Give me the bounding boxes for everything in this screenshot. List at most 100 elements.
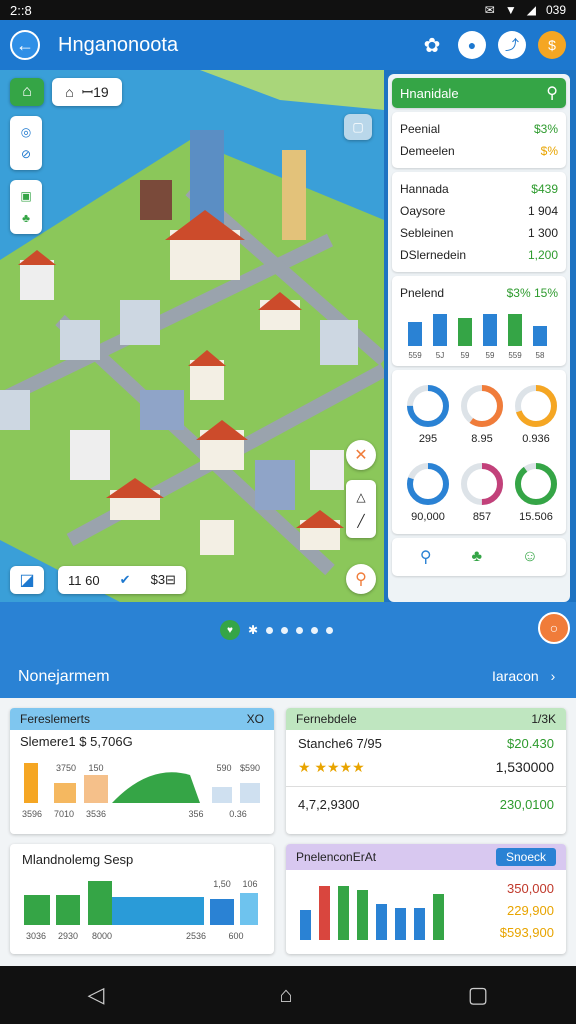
population-chip[interactable]: ⌂ ꟷ19	[52, 78, 122, 106]
status-bar: 2::8 ✉ ▼ ◢ 039	[0, 0, 576, 20]
card-finance[interactable]: Fernebdele 1/3K Stanche6 7/95 $20.430 ★ ★★…	[286, 708, 566, 834]
card-bar	[24, 895, 50, 925]
home-nav-icon[interactable]: ⌂	[279, 982, 292, 1008]
tree-icon[interactable]: ♣	[471, 548, 482, 566]
sidebar-bar-label: 59	[486, 351, 495, 360]
card-head-label: Fereslemerts	[20, 712, 91, 726]
settings-button[interactable]: ✿	[418, 31, 446, 59]
page-dot[interactable]	[311, 626, 319, 634]
house-icon: ⌂	[65, 84, 74, 100]
card-head: Fernebdele 1/3K	[286, 708, 566, 730]
chat-button[interactable]: ▢	[344, 114, 372, 140]
gear-icon: ✿	[423, 34, 441, 57]
sidebar-title: Hnanidale	[400, 85, 459, 101]
ring-value: 15.506	[519, 511, 553, 523]
card-employment[interactable]: Fereslemerts XO Slemere1 $ 5,706G 3596 701…	[10, 708, 274, 834]
card-housing[interactable]: Mlandnolemg Sesp 3036 2930 8000 2536 600 1,50…	[10, 844, 274, 954]
pin-icon[interactable]: ⊘	[21, 147, 31, 161]
page-dot[interactable]	[296, 626, 304, 634]
home-button[interactable]: ⌂	[10, 78, 44, 106]
home-icon: ⌂	[22, 83, 32, 100]
budget-chip[interactable]: 11 60 ✔ $3⊟	[58, 566, 186, 594]
card-axis-label: 3596	[22, 809, 42, 819]
lock-icon[interactable]: ◎	[21, 125, 31, 139]
page-dot[interactable]	[281, 626, 289, 634]
finance-bottom-left: 4,7,2,9300	[298, 797, 360, 812]
map-mode-button[interactable]: ◪	[10, 566, 44, 594]
star-rating: ★ ★★★★	[298, 759, 365, 775]
finance-bottom-row: 4,7,2,9300 230,0100	[286, 786, 566, 822]
finance-value: $20.430	[507, 736, 554, 751]
resources-card: Hannada $439 Oaysore 1 904 Sebleinen 1 300 …	[392, 172, 566, 272]
card-bar	[240, 783, 260, 803]
ring-value: 90,000	[411, 511, 445, 523]
share-button[interactable]: ⤴	[498, 31, 526, 59]
tree-icon[interactable]: ♣	[22, 211, 30, 225]
card-title: Stanche6 7/95	[298, 736, 382, 751]
finance-rating-row: ★ ★★★★ 1,530000	[286, 757, 566, 778]
card-axis-label: 356	[188, 809, 203, 819]
finance-title-row: Stanche6 7/95 $20.430	[286, 730, 566, 757]
location-button[interactable]: ⚲	[346, 564, 376, 594]
smile-icon[interactable]: ☺	[522, 548, 538, 566]
tools-button[interactable]: ✕	[346, 440, 376, 470]
user-icon: ●	[467, 37, 477, 53]
sidebar-actions: ⚲ ♣ ☺	[392, 538, 566, 576]
pin-icon[interactable]: ⚲	[420, 547, 432, 567]
page-indicator[interactable]: ♥ ✱	[220, 620, 334, 640]
card-area	[112, 772, 200, 803]
sidebar-bar-label: 559	[408, 351, 422, 360]
summary-row-0: Peenial $3%	[400, 118, 558, 140]
ring-value: 0.936	[522, 433, 550, 445]
action-fab[interactable]: ○	[538, 612, 570, 644]
page-dot-active[interactable]: ♥	[220, 620, 240, 640]
bar-card-head: Pnelend $3% 15%	[400, 282, 558, 304]
card-bar	[338, 886, 349, 940]
card-bar	[357, 890, 368, 940]
card-bar	[240, 893, 258, 925]
map-tools-side: △ ╱	[346, 480, 376, 538]
page-dot[interactable]	[326, 626, 334, 634]
sidebar-header: Hnanidale ⚲	[392, 78, 566, 108]
resources-row-2: DSlernedein 1,200	[400, 244, 558, 266]
card-head-right: 1/3K	[531, 712, 556, 726]
card-bar	[54, 783, 76, 803]
coins-button[interactable]: $	[538, 31, 566, 59]
section-link-label: Iaracon	[492, 668, 539, 684]
ring-value: 8.95	[471, 433, 492, 445]
pop-value: $593,900	[499, 925, 554, 940]
back-button[interactable]: ←	[10, 30, 40, 60]
card-population[interactable]: PnelenconErAt Snoeck 350,000 229,900 $593…	[286, 844, 566, 954]
compass-icon[interactable]: △	[356, 490, 365, 504]
card-axis-label: 600	[228, 931, 243, 941]
budget-price: $3⊟	[150, 572, 176, 587]
card-axis-label: 2930	[58, 931, 78, 941]
pen-icon[interactable]: ╱	[357, 514, 364, 528]
check-button[interactable]: Snoeck	[495, 848, 556, 866]
profile-button[interactable]: ●	[458, 31, 486, 59]
card-title: Mlandnolemg Sesp	[22, 852, 134, 867]
sidebar-bar-label: 559	[508, 351, 522, 360]
search-icon[interactable]: ⚲	[546, 83, 558, 103]
card-data-label: 3750	[56, 763, 76, 773]
sidebar-bar	[408, 322, 422, 346]
recents-nav-icon[interactable]: ▢	[468, 982, 489, 1008]
system-nav: ◁ ⌂ ▢	[0, 966, 576, 1024]
sidebar-bar	[533, 326, 547, 346]
sidebar-bar	[508, 314, 522, 346]
resources-title: Hannada	[400, 182, 449, 196]
stats-sidebar: Hnanidale ⚲ Peenial $3% Demeelen $% Hannad…	[388, 74, 570, 602]
back-nav-icon[interactable]: ◁	[87, 982, 104, 1008]
page-dot[interactable]	[266, 626, 274, 634]
resources-row-1: Sebleinen 1 300	[400, 222, 558, 244]
card-axis-label: 8000	[92, 931, 112, 941]
bar-card-title: Pnelend	[400, 286, 445, 300]
city-map[interactable]: ⌂ ⌂ ꟷ19 ◎ ⊘ ▣ ♣ ▢ ✕ △ ╱ ⚲ ◪ 11 60 ✔ $3⊟	[0, 70, 384, 602]
resource-label: Sebleinen	[400, 226, 454, 240]
sidebar-bar	[483, 314, 497, 346]
summary-value: $%	[540, 144, 558, 158]
calendar-icon[interactable]: ▣	[20, 189, 31, 203]
card-bar	[210, 899, 234, 925]
section-link[interactable]: Iaracon ›	[492, 668, 555, 684]
ring-gauge	[515, 463, 557, 505]
